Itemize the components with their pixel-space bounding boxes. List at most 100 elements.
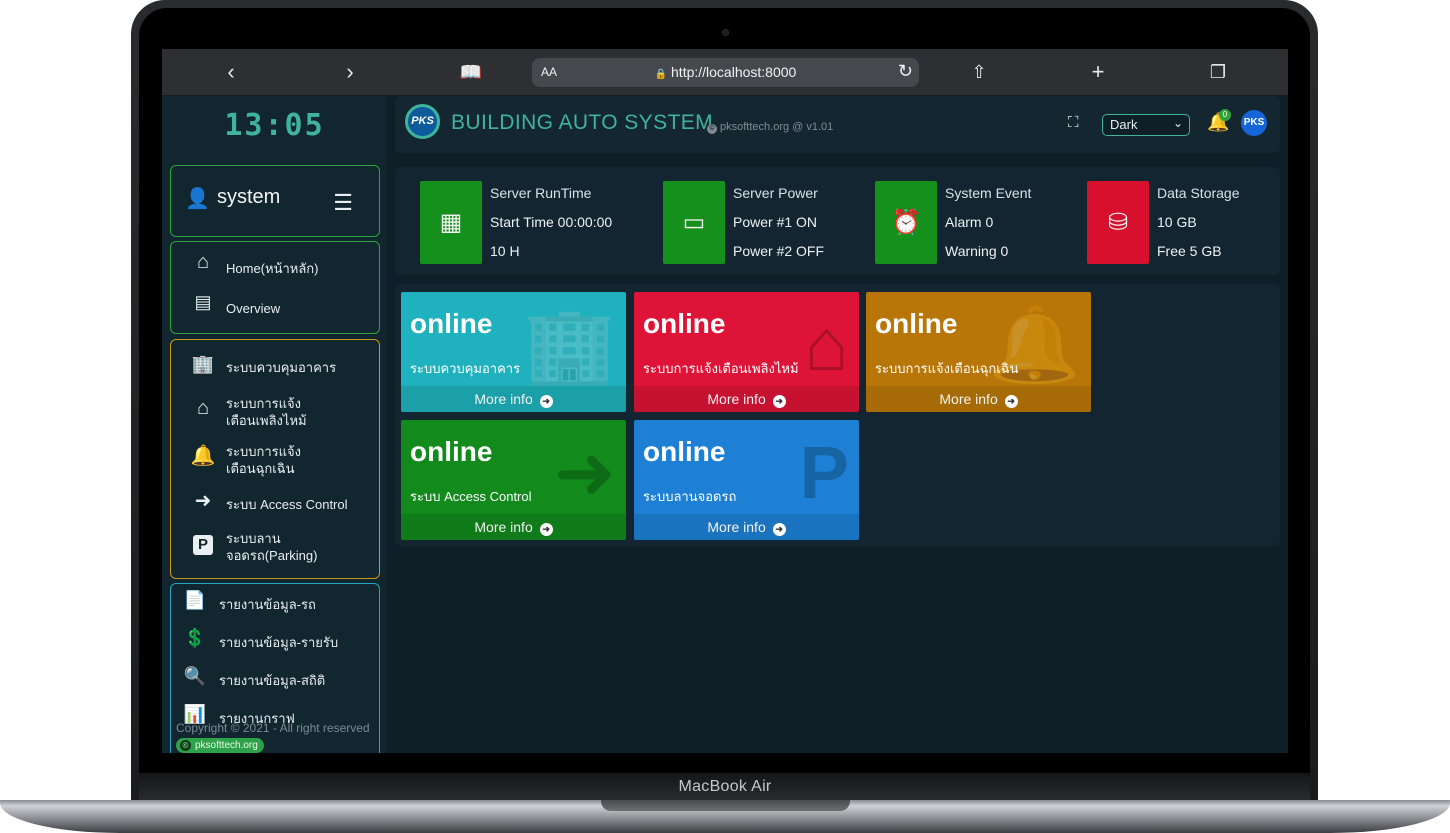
copyright-icon: ©	[180, 740, 191, 751]
info-box-title: System Event	[945, 185, 1032, 201]
sidebar-item-access-control[interactable]: ➜ ระบบ Access Control	[171, 490, 381, 515]
info-box-line: Free 5 GB	[1157, 243, 1222, 259]
sidebar-item-label: รายงานข้อมูล-รถ	[219, 597, 316, 612]
house-fire-icon: ⌂	[804, 303, 849, 386]
file-invoice-dollar-icon: 💲	[183, 628, 207, 648]
site-badge-text: pksofttech.org	[195, 740, 258, 751]
status-text: online	[875, 308, 958, 339]
status-card-fire: ⌂ online ระบบการแจ้งเตือนเพลิงไหม้ More …	[634, 292, 859, 412]
toolbox-clock-icon: ⏰	[875, 181, 937, 264]
info-box-title: Data Storage	[1157, 185, 1240, 201]
reload-icon[interactable]: ↻	[898, 61, 913, 82]
info-box-title: Server RunTime	[490, 185, 592, 201]
status-text: online	[643, 436, 726, 467]
parking-glyph: P	[193, 535, 213, 555]
sidebar-item-overview[interactable]: ▤ Overview	[171, 293, 381, 324]
pks-logo: PKS	[405, 104, 440, 139]
parking-icon: P	[189, 535, 217, 555]
theme-select-value: Dark	[1110, 117, 1138, 132]
sidebar-item-fire-alarm[interactable]: ⌂ ระบบการแจ้ง เตือนเพลิงไหม้	[171, 395, 381, 431]
info-box-line: 10 H	[490, 243, 520, 259]
home-icon: ⌂	[196, 251, 210, 273]
status-card-label: ระบบลานจอดรถ	[643, 489, 737, 504]
notification-count: 0	[1219, 109, 1231, 121]
bookmarks-icon[interactable]: 📖	[456, 59, 486, 85]
sign-in-icon: ➜	[194, 490, 212, 512]
site-badge[interactable]: © pksofttech.org	[176, 738, 264, 753]
app-title: BUILDING AUTO SYSTEM	[451, 111, 713, 134]
subtitle-text: pksofttech.org @ v1.01	[720, 121, 834, 133]
address-bar[interactable]: AA 🔒 http://localhost:8000 ↻	[532, 58, 919, 87]
building-shield-icon: 🏢	[523, 303, 616, 386]
sidebar: 13:05 👤 system ☰ ⌂ Home(หน้าหลัก) ▤ Over…	[162, 96, 387, 753]
sidebar-item-label: ระบบ Access Control	[226, 497, 348, 512]
more-info-link[interactable]: More info ➜	[401, 386, 626, 412]
sidebar-item-emergency-alarm[interactable]: 🔔 ระบบการแจ้ง เตือนฉุกเฉิน	[171, 443, 381, 479]
info-box-line: Alarm 0	[945, 214, 994, 230]
database-icon: ⛁	[1087, 181, 1149, 264]
sidebar-item-label: ระบบการแจ้ง เตือนฉุกเฉิน	[226, 444, 301, 476]
sidebar-item-report-stats[interactable]: 🔍 รายงานข้อมูล-สถิติ	[171, 666, 381, 692]
copyright-icon: ©	[707, 124, 717, 134]
sidebar-item-home[interactable]: ⌂ Home(หน้าหลัก)	[171, 251, 381, 284]
info-box-line: Power #2 OFF	[733, 243, 825, 259]
info-box-line: Warning 0	[945, 243, 1009, 259]
user-panel: 👤 system ☰	[170, 165, 380, 237]
sidebar-item-label: Overview	[226, 301, 281, 316]
status-panel: 🏢 online ระบบควบคุมอาคาร More info ➜ ⌂ o…	[395, 284, 1280, 546]
magnify-chart-icon: 🔍	[183, 666, 207, 686]
sidebar-item-label: ระบบควบคุมอาคาร	[226, 360, 337, 375]
theme-select[interactable]: Dark ⌄	[1102, 114, 1190, 136]
more-info-link[interactable]: More info ➜	[634, 386, 859, 412]
camera	[722, 29, 729, 36]
arrow-circle-right-icon: ➜	[772, 523, 786, 536]
copyright: Copyright © 2021 - All right reserved	[176, 721, 370, 735]
lock-icon: 🔒	[654, 69, 668, 80]
arrow-circle-right-icon: ➜	[539, 523, 553, 536]
back-icon[interactable]: ‹	[216, 59, 246, 85]
sidebar-item-report-income[interactable]: 💲 รายงานข้อมูล-รายรับ	[171, 628, 381, 654]
sidebar-item-report-cars[interactable]: 📄 รายงานข้อมูล-รถ	[171, 591, 381, 616]
info-box-line: Start Time 00:00:00	[490, 214, 613, 230]
more-info-link[interactable]: More info ➜	[401, 514, 626, 540]
user-shield-icon: 👤	[185, 188, 210, 210]
sign-in-icon: ➜	[553, 431, 616, 514]
browser-toolbar: ‹ › 📖 AA 🔒 http://localhost:8000 ↻ ⇧ + ❐	[162, 49, 1288, 96]
app: 13:05 👤 system ☰ ⌂ Home(หน้าหลัก) ▤ Over…	[162, 96, 1288, 753]
info-box-line: Power #1 ON	[733, 214, 818, 230]
sidebar-item-label: ระบบการแจ้ง เตือนเพลิงไหม้	[226, 396, 307, 428]
avatar[interactable]: PKS	[1241, 110, 1267, 136]
app-subtitle: © pksofttech.org @ v1.01	[707, 121, 833, 134]
status-text: online	[643, 308, 726, 339]
screen: ‹ › 📖 AA 🔒 http://localhost:8000 ↻ ⇧ + ❐…	[162, 49, 1288, 753]
memory-icon: ▦	[420, 181, 482, 264]
chevron-down-icon: ⌄	[1172, 116, 1183, 130]
main-nav-group: ⌂ Home(หน้าหลัก) ▤ Overview	[170, 241, 380, 334]
arrow-circle-right-icon: ➜	[539, 395, 553, 408]
status-card-label: ระบบการแจ้งเตือนฉุกเฉิน	[875, 361, 1019, 376]
hamburger-menu-icon[interactable]: ☰	[333, 190, 353, 216]
more-info-text: More info	[707, 519, 766, 535]
top-bar: PKS BUILDING AUTO SYSTEM © pksofttech.org…	[395, 96, 1280, 153]
info-box-title: Server Power	[733, 185, 818, 201]
sidebar-item-building-control[interactable]: 🏢 ระบบควบคุมอาคาร	[171, 354, 381, 378]
forward-icon[interactable]: ›	[335, 59, 365, 85]
status-text: online	[410, 436, 493, 467]
more-info-text: More info	[707, 391, 766, 407]
building-shield-icon: 🏢	[191, 354, 215, 374]
device-brand: MacBook Air	[678, 778, 772, 795]
more-info-link[interactable]: More info ➜	[866, 386, 1091, 412]
url-wrap: 🔒 http://localhost:8000	[532, 64, 919, 80]
more-info-link[interactable]: More info ➜	[634, 514, 859, 540]
sidebar-item-label: Home(หน้าหลัก)	[226, 261, 319, 276]
bell-icon: 🔔	[190, 445, 216, 467]
more-info-text: More info	[474, 391, 533, 407]
url-text: http://localhost:8000	[671, 64, 797, 80]
fullscreen-icon[interactable]: ⛶	[1068, 114, 1079, 131]
sidebar-item-parking[interactable]: P ระบบลาน จอดรถ(Parking)	[171, 530, 381, 566]
parking-icon: P	[799, 431, 849, 514]
new-tab-icon[interactable]: +	[1083, 59, 1113, 85]
tabs-overview-icon[interactable]: ❐	[1203, 59, 1233, 85]
share-icon[interactable]: ⇧	[964, 59, 994, 85]
more-info-text: More info	[939, 391, 998, 407]
